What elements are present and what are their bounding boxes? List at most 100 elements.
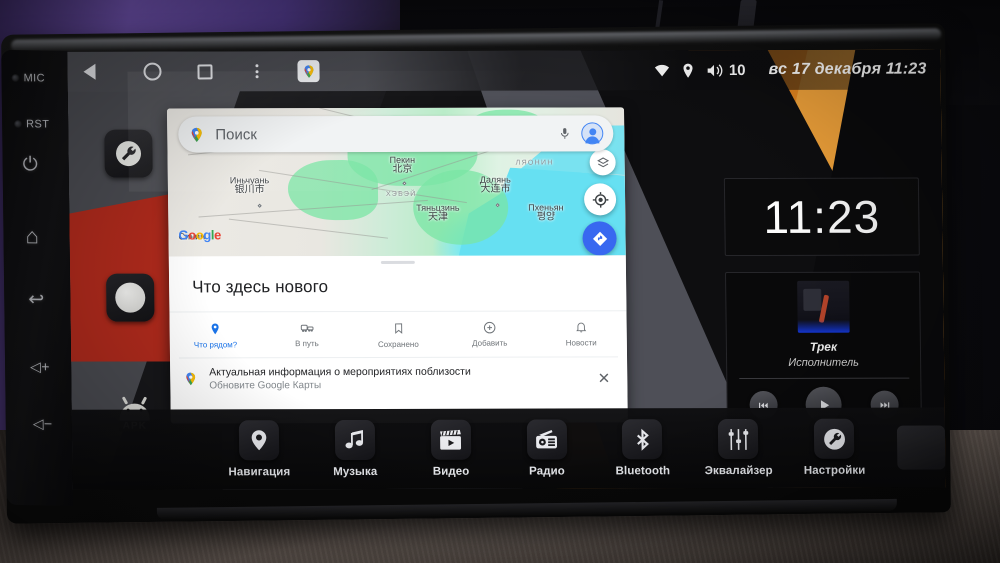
dock-item-equalizer[interactable]: Эквалайзер bbox=[701, 418, 776, 478]
google-maps-icon[interactable] bbox=[297, 60, 320, 83]
place-pin-icon bbox=[211, 323, 219, 335]
rail-blank-shortcut[interactable] bbox=[105, 273, 155, 322]
equalizer-icon-wrap bbox=[718, 418, 759, 460]
radio-icon bbox=[536, 429, 558, 448]
tab-commute[interactable]: В путь bbox=[261, 321, 353, 349]
equalizer-icon bbox=[728, 428, 749, 450]
map-search-bar[interactable]: Поиск bbox=[178, 115, 614, 153]
wifi-icon bbox=[655, 64, 670, 76]
music-note-icon bbox=[345, 429, 363, 449]
media-divider bbox=[738, 377, 909, 380]
map-label-hebei: ХЭБЭЙ bbox=[385, 190, 417, 198]
dock-empty-slot[interactable] bbox=[897, 425, 946, 470]
promo-close-button[interactable]: ✕ bbox=[598, 369, 615, 387]
overflow-menu-icon[interactable] bbox=[245, 60, 267, 82]
map-label-tianjin: Тяньцзинь 天津 bbox=[416, 202, 460, 224]
my-location-button[interactable] bbox=[583, 183, 617, 216]
promo-banner[interactable]: Актуальная информация о мероприятиях поб… bbox=[179, 356, 619, 400]
promo-subtitle: Обновите Google Карты bbox=[209, 380, 322, 392]
tab-add[interactable]: Добавить bbox=[444, 321, 536, 349]
navigation-pin-icon bbox=[251, 430, 267, 451]
map-layers-button[interactable] bbox=[589, 149, 616, 176]
status-bar: 10 вс 17 декабря 11:23 bbox=[67, 49, 941, 92]
tab-nearby-label: Что рядом? bbox=[193, 340, 238, 350]
album-art-thumbnail bbox=[796, 280, 850, 333]
volume-down-icon: ◁− bbox=[32, 415, 53, 432]
commute-icon bbox=[300, 324, 314, 332]
map-quick-tabs: Что рядом? В путь Сохранено Добавить Нов… bbox=[169, 310, 627, 350]
tab-news[interactable]: Новости bbox=[535, 320, 627, 348]
back-hardware-button[interactable]: ↩ bbox=[28, 289, 45, 311]
bluetooth-icon bbox=[636, 428, 649, 451]
account-avatar[interactable] bbox=[581, 122, 604, 145]
power-hardware-button[interactable]: ⏻ bbox=[23, 154, 39, 175]
dock-label-settings: Настройки bbox=[803, 464, 866, 477]
google-maps-pin-icon bbox=[191, 127, 202, 142]
dock-item-music[interactable]: Музыка bbox=[318, 419, 393, 479]
vegetation-patch bbox=[287, 159, 379, 221]
video-clapper-icon-wrap bbox=[430, 419, 471, 460]
dock-label-navigation: Навигация bbox=[228, 466, 291, 479]
mic-hardware-button[interactable]: MIC bbox=[11, 72, 46, 85]
volume-up-icon: ◁+ bbox=[30, 358, 50, 375]
volume-up-button[interactable]: ◁+ bbox=[30, 358, 50, 375]
map-layers-icon bbox=[596, 156, 609, 167]
track-title: Трек bbox=[809, 339, 838, 354]
dock-item-settings[interactable]: Настройки bbox=[797, 418, 872, 477]
dock-item-video[interactable]: Видео bbox=[414, 419, 489, 478]
dock-item-navigation[interactable]: Навигация bbox=[222, 420, 297, 478]
nav-back-button[interactable] bbox=[89, 61, 111, 83]
back-icon: ↩ bbox=[28, 289, 45, 311]
rail-settings-shortcut[interactable] bbox=[104, 129, 153, 178]
map-label-liaoning: ЛЯОНИН bbox=[515, 159, 554, 167]
settings-wrench-icon-wrap bbox=[813, 418, 855, 459]
directions-navigate-icon bbox=[592, 231, 607, 246]
media-player-widget[interactable]: Трек Исполнитель bbox=[725, 271, 922, 425]
dock-item-radio[interactable]: Радио bbox=[509, 419, 584, 478]
tab-saved[interactable]: Сохранено bbox=[352, 321, 444, 349]
map-city-marker bbox=[257, 203, 262, 208]
track-artist: Исполнитель bbox=[788, 356, 859, 369]
dock-item-bluetooth[interactable]: Bluetooth bbox=[605, 419, 680, 477]
android-navigation-keys bbox=[67, 60, 320, 83]
google-maps-window[interactable]: МОНГОЛИЯ 沈阳市 ЛЯОНИН Пекин 北京 Далянь 大连市 … bbox=[166, 107, 628, 424]
dock-label-equalizer: Эквалайзер bbox=[704, 464, 773, 478]
dock-label-music: Музыка bbox=[333, 465, 378, 479]
nav-recents-button[interactable] bbox=[193, 60, 215, 82]
sheet-title: Что здесь нового bbox=[192, 277, 329, 297]
home-hardware-button[interactable]: ⌂ bbox=[25, 223, 40, 249]
dock-label-bluetooth: Bluetooth bbox=[615, 465, 671, 478]
volume-down-button[interactable]: ◁− bbox=[33, 415, 53, 432]
navigation-pin-icon-wrap bbox=[238, 420, 280, 461]
promo-title: Актуальная информация о мероприятиях поб… bbox=[209, 365, 471, 379]
reset-label: RST bbox=[26, 118, 50, 131]
system-status-icons: 10 вс 17 декабря 11:23 bbox=[654, 61, 941, 80]
reset-hardware-button[interactable]: RST bbox=[14, 118, 49, 131]
video-clapper-icon bbox=[440, 429, 462, 450]
tab-nearby[interactable]: Что рядом? bbox=[170, 321, 262, 349]
tab-news-label: Новости bbox=[565, 338, 597, 348]
microphone-icon[interactable] bbox=[558, 125, 571, 141]
map-bottom-sheet[interactable]: Что здесь нового Что рядом? В путь Сохра… bbox=[168, 255, 628, 424]
touchscreen-display[interactable]: 10 вс 17 декабря 11:23 APK bbox=[67, 49, 946, 490]
promo-text: Актуальная информация о мероприятиях поб… bbox=[209, 365, 587, 392]
bell-icon bbox=[576, 322, 587, 333]
settings-wrench-icon bbox=[116, 141, 142, 167]
map-label-beijing: Пекин 北京 bbox=[389, 154, 416, 176]
tab-commute-label: В путь bbox=[295, 339, 319, 349]
google-maps-pin-icon bbox=[186, 372, 196, 386]
wallpaper-app-rail: APK bbox=[104, 129, 172, 432]
mic-hole-icon bbox=[11, 74, 20, 83]
directions-button[interactable] bbox=[582, 221, 617, 256]
reset-hole-icon bbox=[14, 120, 23, 129]
volume-icon bbox=[708, 63, 723, 77]
volume-level: 10 bbox=[728, 61, 746, 79]
app-dock: Навигация Музыка Видео Радио Bluetooth Э… bbox=[71, 407, 946, 490]
clock-widget[interactable]: 11:23 bbox=[723, 177, 920, 257]
map-label-dalian: Далянь 大连市 bbox=[479, 174, 511, 196]
nav-home-button[interactable] bbox=[141, 61, 163, 83]
music-note-icon-wrap bbox=[334, 419, 376, 461]
home-icon: ⌂ bbox=[25, 223, 40, 249]
search-input[interactable]: Поиск bbox=[215, 125, 548, 143]
hardware-button-strip: MIC RST ⏻ ⌂ ↩ ◁+ ◁− bbox=[1, 49, 73, 506]
